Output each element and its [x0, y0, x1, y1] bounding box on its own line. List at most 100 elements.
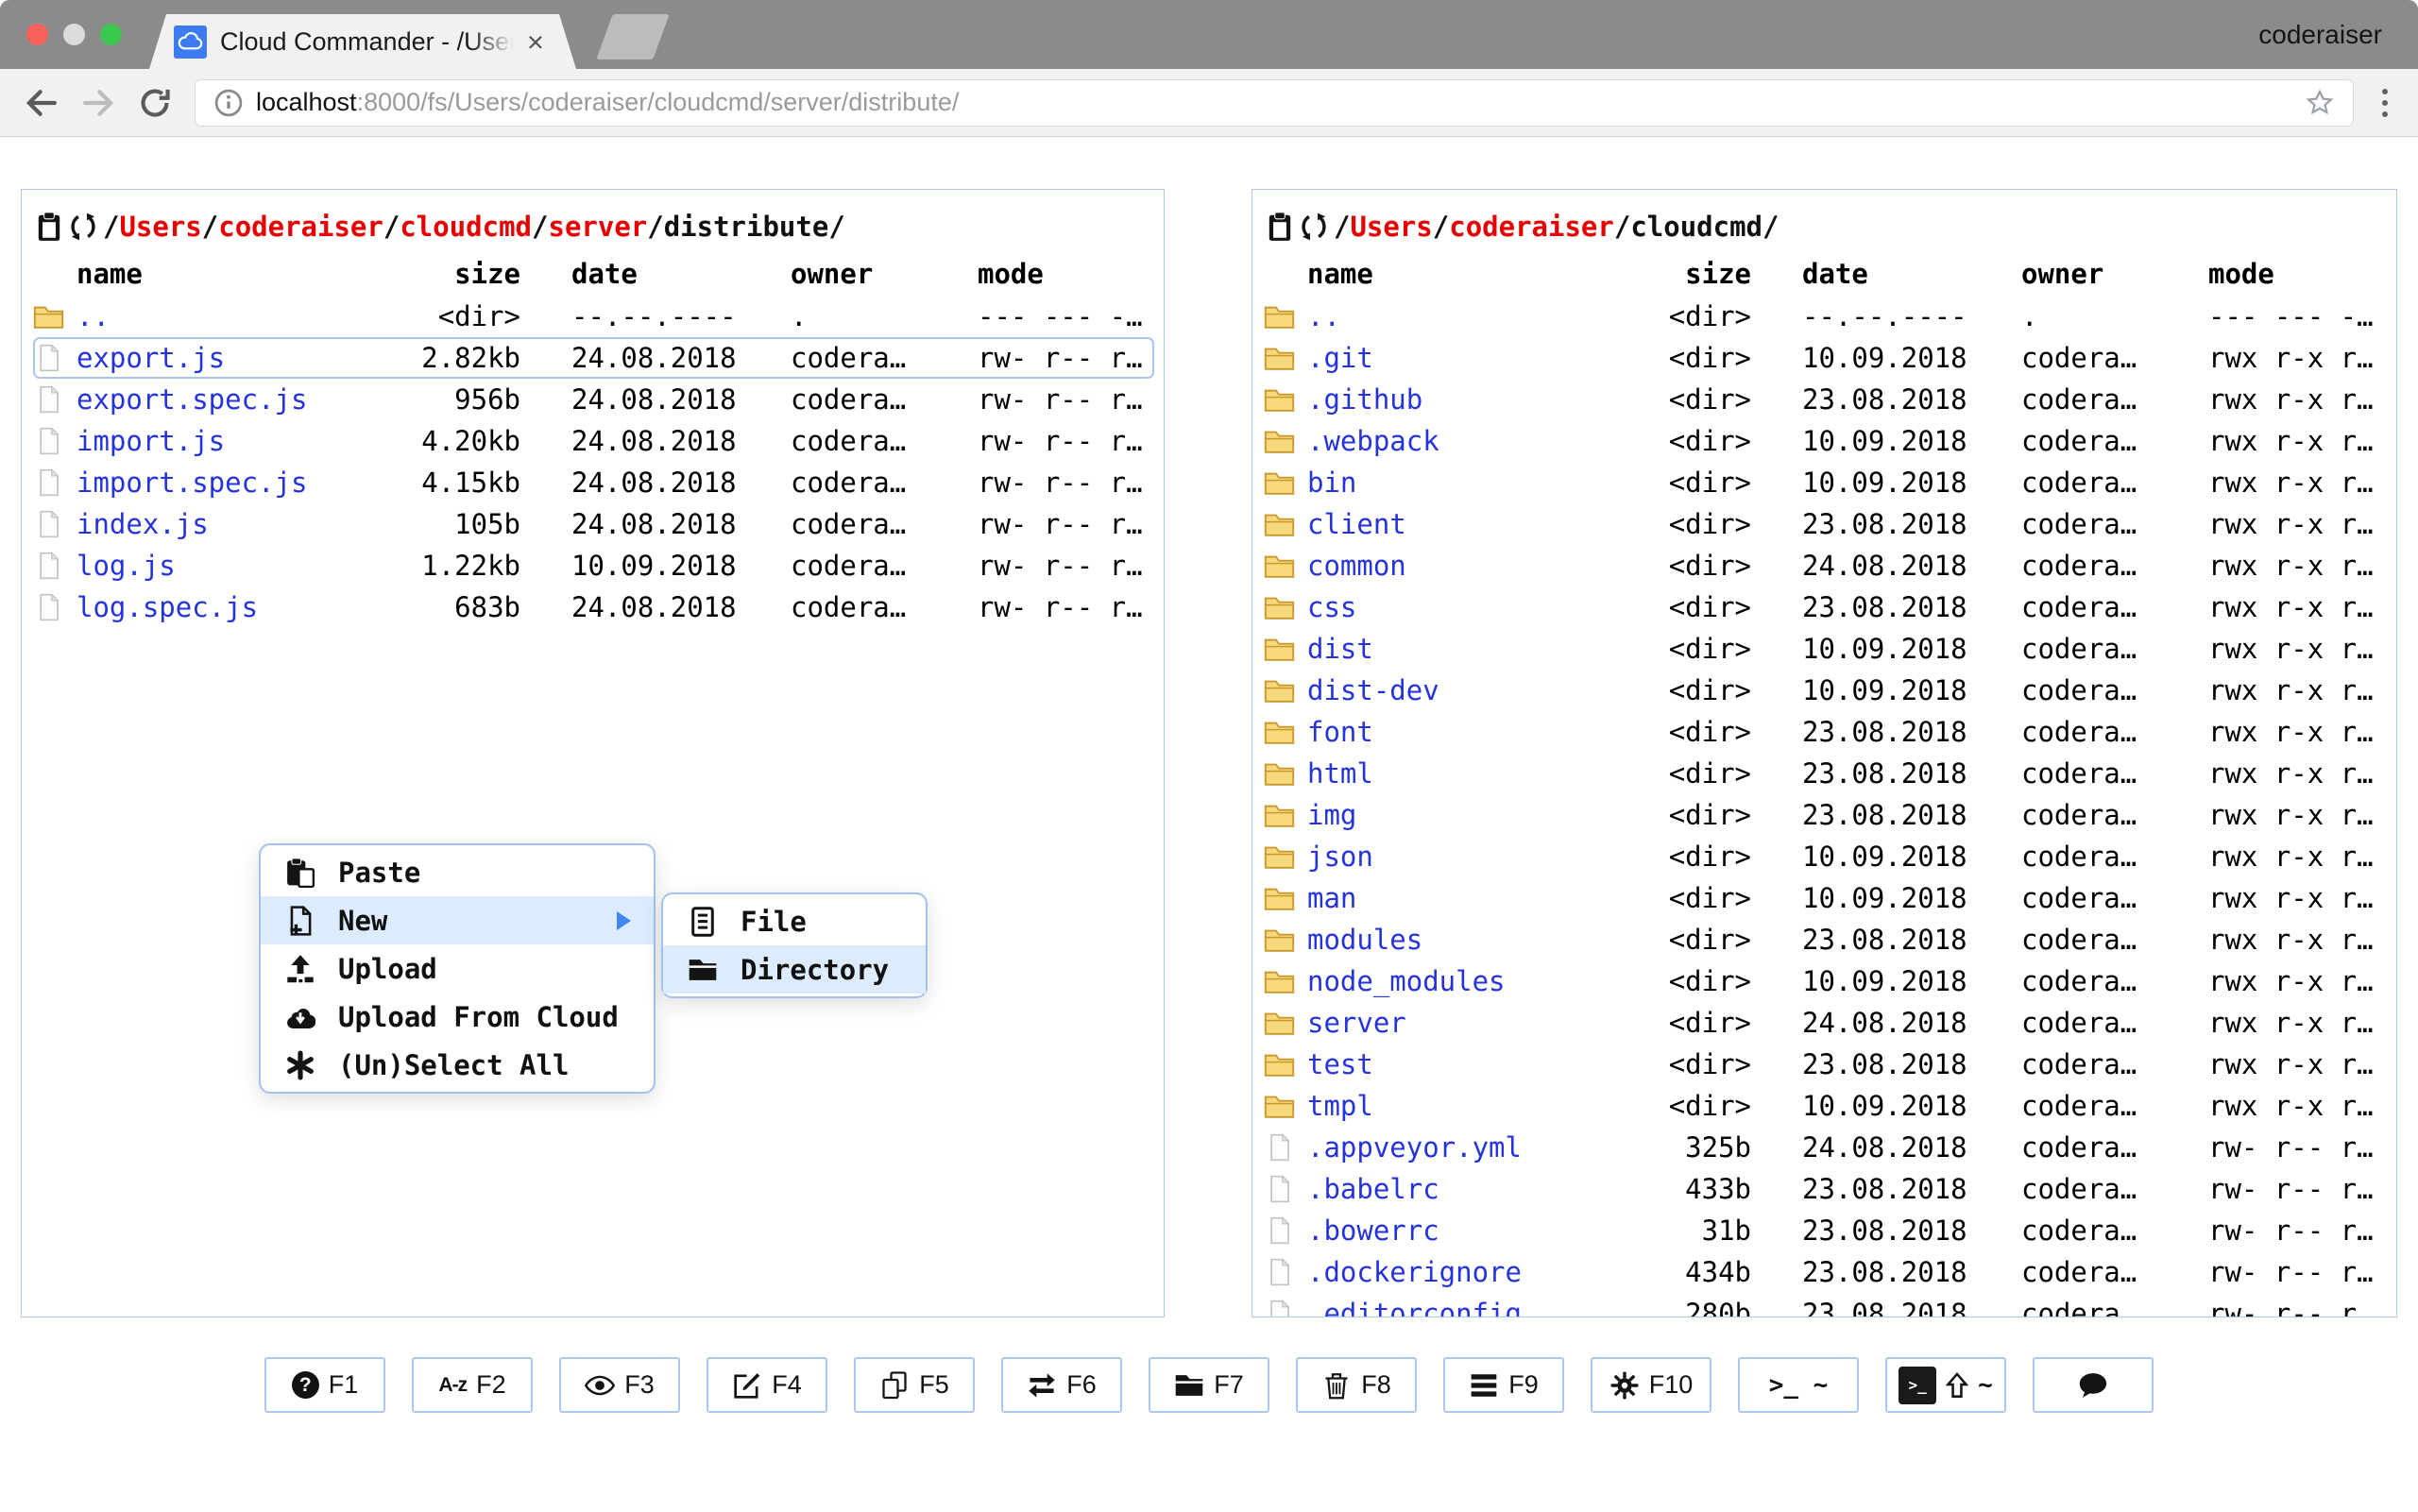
fkey-chat[interactable]	[2033, 1357, 2154, 1413]
file-row[interactable]: .git<dir>10.09.2018codera…rwx r-x r…	[1264, 337, 2387, 379]
column-header-size[interactable]: size	[360, 258, 520, 290]
url-text[interactable]: localhost:8000/fs/Users/coderaiser/cloud…	[256, 88, 2292, 117]
reload-icon[interactable]	[138, 86, 172, 120]
file-name-link[interactable]: ..	[77, 300, 360, 332]
file-name-link[interactable]: .editorconfig	[1307, 1298, 1591, 1317]
menu-item-new[interactable]: New	[261, 896, 654, 944]
file-row[interactable]: common<dir>24.08.2018codera…rwx r-x r…	[1264, 545, 2387, 586]
file-name-link[interactable]: common	[1307, 550, 1591, 582]
page-info-icon[interactable]	[214, 89, 243, 117]
fkey-f2[interactable]: A-zF2	[412, 1357, 533, 1413]
fkey-f10[interactable]: F10	[1591, 1357, 1711, 1413]
forward-icon[interactable]	[81, 86, 115, 120]
file-name-link[interactable]: server	[1307, 1007, 1591, 1039]
column-header-mode[interactable]: mode	[2208, 258, 2387, 290]
fkey-f1[interactable]: ?F1	[264, 1357, 385, 1413]
fkey-f8[interactable]: F8	[1296, 1357, 1417, 1413]
file-name-link[interactable]: dist	[1307, 633, 1591, 665]
file-row[interactable]: export.spec.js956b24.08.2018codera…rw- r…	[33, 379, 1154, 420]
menu-item-un-select-all[interactable]: (Un)Select All	[261, 1041, 654, 1089]
file-row[interactable]: log.spec.js683b24.08.2018codera…rw- r-- …	[33, 586, 1154, 628]
column-header-owner[interactable]: owner	[791, 258, 942, 290]
file-name-link[interactable]: import.spec.js	[77, 467, 360, 499]
file-name-link[interactable]: .git	[1307, 342, 1591, 374]
column-header-name[interactable]: name	[1307, 258, 1591, 290]
tab-close-icon[interactable]: ×	[527, 27, 544, 57]
file-name-link[interactable]: .github	[1307, 383, 1591, 416]
file-name-link[interactable]: export.js	[77, 342, 360, 374]
back-icon[interactable]	[25, 86, 59, 120]
file-name-link[interactable]: ..	[1307, 300, 1591, 332]
column-header-owner[interactable]: owner	[2021, 258, 2172, 290]
file-name-link[interactable]: .webpack	[1307, 425, 1591, 457]
path-segment-link[interactable]: cloudcmd	[400, 211, 532, 243]
address-bar[interactable]: localhost:8000/fs/Users/coderaiser/cloud…	[195, 79, 2354, 127]
file-row[interactable]: font<dir>23.08.2018codera…rwx r-x r…	[1264, 711, 2387, 753]
file-name-link[interactable]: log.spec.js	[77, 591, 360, 623]
file-row[interactable]: .github<dir>23.08.2018codera…rwx r-x r…	[1264, 379, 2387, 420]
file-name-link[interactable]: log.js	[77, 550, 360, 582]
file-row[interactable]: .bowerrc31b23.08.2018codera…rw- r-- r…	[1264, 1210, 2387, 1251]
file-name-link[interactable]: .bowerrc	[1307, 1215, 1591, 1247]
file-row[interactable]: .dockerignore434b23.08.2018codera…rw- r-…	[1264, 1251, 2387, 1293]
browser-menu-icon[interactable]	[2376, 89, 2393, 117]
file-row[interactable]: modules<dir>23.08.2018codera…rwx r-x r…	[1264, 919, 2387, 960]
file-row[interactable]: bin<dir>10.09.2018codera…rwx r-x r…	[1264, 462, 2387, 503]
fkey-f7[interactable]: F7	[1149, 1357, 1269, 1413]
file-row[interactable]: import.js4.20kb24.08.2018codera…rw- r-- …	[33, 420, 1154, 462]
file-name-link[interactable]: bin	[1307, 467, 1591, 499]
column-header-date[interactable]: date	[1802, 258, 1976, 290]
path-segment-link[interactable]: Users	[1350, 211, 1432, 243]
file-name-link[interactable]: css	[1307, 591, 1591, 623]
menu-item-file[interactable]: File	[663, 897, 926, 945]
file-name-link[interactable]: man	[1307, 882, 1591, 914]
file-row[interactable]: .babelrc433b23.08.2018codera…rw- r-- r…	[1264, 1168, 2387, 1210]
file-name-link[interactable]: dist-dev	[1307, 674, 1591, 706]
file-name-link[interactable]: test	[1307, 1048, 1591, 1080]
file-row[interactable]: css<dir>23.08.2018codera…rwx r-x r…	[1264, 586, 2387, 628]
file-row[interactable]: client<dir>23.08.2018codera…rwx r-x r…	[1264, 503, 2387, 545]
menu-item-paste[interactable]: Paste	[261, 848, 654, 896]
file-row[interactable]: export.js2.82kb24.08.2018codera…rw- r-- …	[33, 337, 1154, 379]
file-name-link[interactable]: client	[1307, 508, 1591, 540]
menu-item-upload[interactable]: Upload	[261, 944, 654, 993]
file-row[interactable]: dist-dev<dir>10.09.2018codera…rwx r-x r…	[1264, 670, 2387, 711]
path-segment-link[interactable]: Users	[119, 211, 201, 243]
fkey-f4[interactable]: F4	[707, 1357, 827, 1413]
file-row[interactable]: dist<dir>10.09.2018codera…rwx r-x r…	[1264, 628, 2387, 670]
file-row[interactable]: .editorconfig280b23.08.2018codera…rw- r-…	[1264, 1293, 2387, 1317]
menu-item-upload-from-cloud[interactable]: Upload From Cloud	[261, 993, 654, 1041]
file-name-link[interactable]: index.js	[77, 508, 360, 540]
column-header-date[interactable]: date	[571, 258, 745, 290]
path-segment-link[interactable]: server	[548, 211, 647, 243]
zoom-window-button[interactable]	[100, 24, 122, 45]
file-name-link[interactable]: .babelrc	[1307, 1173, 1591, 1205]
fkey-terminal-shift[interactable]: >_~	[1885, 1357, 2006, 1413]
file-row[interactable]: import.spec.js4.15kb24.08.2018codera…rw-…	[33, 462, 1154, 503]
close-window-button[interactable]	[26, 24, 48, 45]
file-name-link[interactable]: json	[1307, 841, 1591, 873]
file-name-link[interactable]: .dockerignore	[1307, 1256, 1591, 1288]
path-segment-link[interactable]: coderaiser	[1449, 211, 1614, 243]
file-row[interactable]: .webpack<dir>10.09.2018codera…rwx r-x r…	[1264, 420, 2387, 462]
file-name-link[interactable]: img	[1307, 799, 1591, 831]
fkey-console[interactable]: >_ ~	[1738, 1357, 1859, 1413]
path-segment-link[interactable]: coderaiser	[218, 211, 383, 243]
column-header-mode[interactable]: mode	[978, 258, 1154, 290]
fkey-f9[interactable]: F9	[1443, 1357, 1564, 1413]
column-header-size[interactable]: size	[1591, 258, 1751, 290]
file-name-link[interactable]: html	[1307, 757, 1591, 790]
menu-item-directory[interactable]: Directory	[663, 945, 926, 994]
file-name-link[interactable]: .appveyor.yml	[1307, 1131, 1591, 1164]
file-name-link[interactable]: modules	[1307, 924, 1591, 956]
file-name-link[interactable]: font	[1307, 716, 1591, 748]
file-row[interactable]: log.js1.22kb10.09.2018codera…rw- r-- r…	[33, 545, 1154, 586]
file-row[interactable]: ..<dir>--.--.----.--- --- -…	[33, 296, 1154, 337]
new-tab-button[interactable]	[596, 14, 669, 59]
fkey-f5[interactable]: F5	[854, 1357, 975, 1413]
file-name-link[interactable]: export.spec.js	[77, 383, 360, 416]
file-row[interactable]: test<dir>23.08.2018codera…rwx r-x r…	[1264, 1044, 2387, 1085]
file-name-link[interactable]: import.js	[77, 425, 360, 457]
file-row[interactable]: index.js105b24.08.2018codera…rw- r-- r…	[33, 503, 1154, 545]
file-row[interactable]: man<dir>10.09.2018codera…rwx r-x r…	[1264, 877, 2387, 919]
